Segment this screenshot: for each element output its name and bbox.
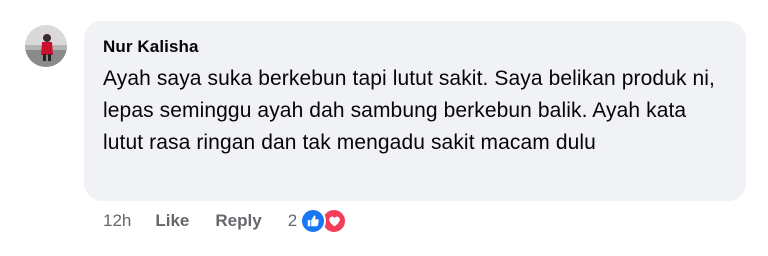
- comment-author[interactable]: Nur Kalisha: [103, 37, 728, 57]
- avatar[interactable]: [25, 25, 67, 67]
- comment-text: Ayah saya suka berkebun tapi lutut sakit…: [103, 67, 715, 154]
- comment-timestamp[interactable]: 12h: [103, 211, 131, 231]
- like-icon: [300, 208, 327, 234]
- comment-bubble: Nur Kalisha Ayah saya suka berkebun tapi…: [84, 21, 746, 201]
- comment-thread: Nur Kalisha Ayah saya suka berkebun tapi…: [0, 0, 768, 256]
- reaction-summary[interactable]: 2: [287, 208, 348, 234]
- reaction-count: 2: [287, 211, 298, 230]
- avatar-photo: [25, 25, 67, 67]
- like-button[interactable]: Like: [155, 211, 189, 231]
- comment-actions: 12h Like Reply 2: [103, 207, 348, 235]
- reply-button[interactable]: Reply: [215, 211, 261, 231]
